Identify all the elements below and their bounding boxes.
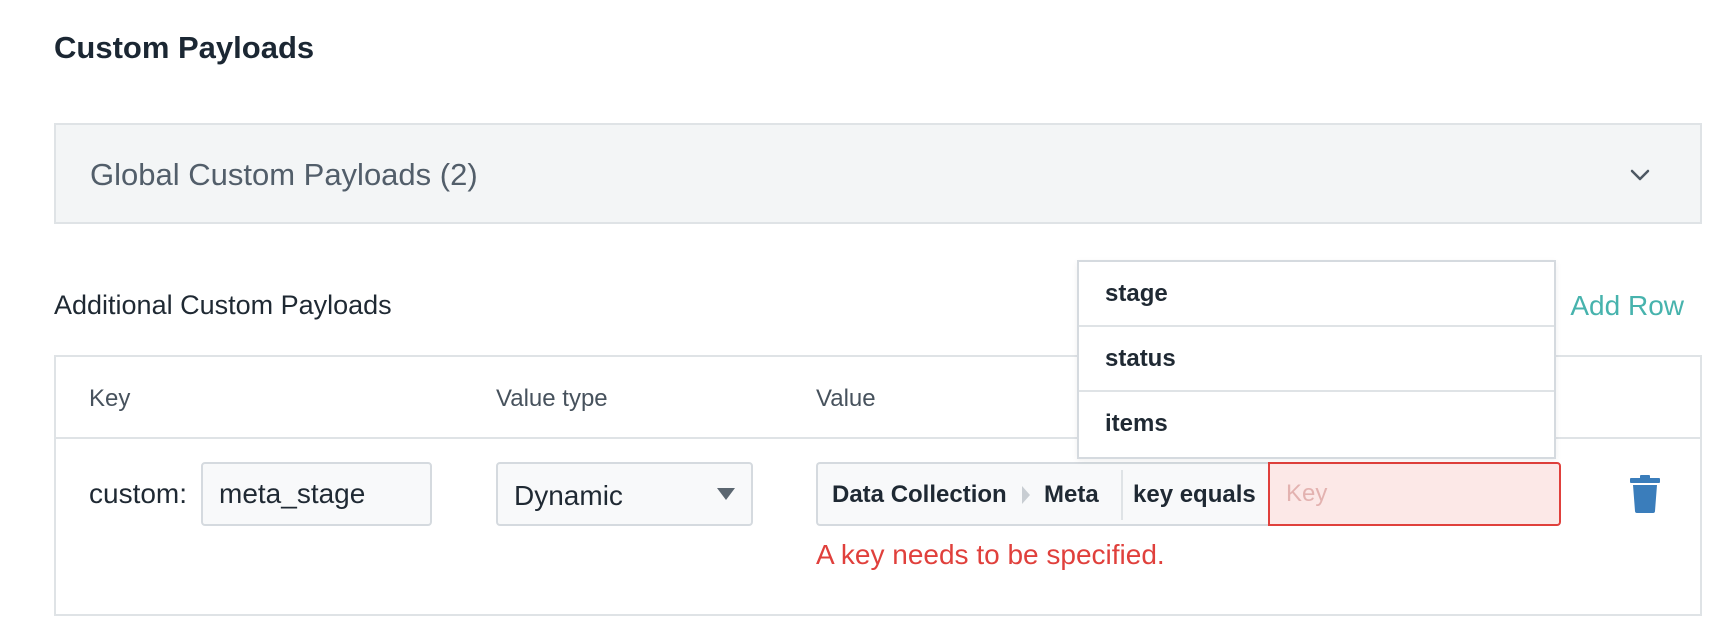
dropdown-option-stage[interactable]: stage: [1079, 262, 1554, 327]
page-title: Custom Payloads: [54, 30, 315, 65]
additional-payloads-title: Additional Custom Payloads: [54, 290, 392, 320]
trash-icon[interactable]: [1630, 475, 1660, 513]
dropdown-option-status[interactable]: status: [1079, 327, 1554, 392]
path-divider: [1121, 470, 1123, 520]
caret-down-icon: [717, 488, 735, 500]
breadcrumb-arrow-icon: [1022, 486, 1030, 504]
accordion-label: Global Custom Payloads (2): [90, 157, 478, 192]
key-suggestions-dropdown: stage status items: [1077, 260, 1556, 459]
key-match-input[interactable]: [1268, 462, 1561, 526]
error-message: A key needs to be specified.: [816, 539, 1165, 570]
value-path-selector[interactable]: Data Collection Meta key equals: [816, 462, 1268, 526]
chevron-down-icon[interactable]: [1628, 163, 1652, 187]
dropdown-option-items[interactable]: items: [1079, 392, 1554, 457]
key-prefix: custom:: [89, 478, 188, 509]
key-name-input[interactable]: [201, 462, 432, 526]
header-value: Value: [816, 385, 876, 412]
global-custom-payloads-accordion[interactable]: Global Custom Payloads (2): [54, 123, 1702, 224]
path-crumb-meta[interactable]: Meta: [1044, 481, 1099, 509]
value-type-selected: Dynamic: [514, 480, 623, 511]
operator-label: key equals: [1133, 481, 1256, 508]
header-key: Key: [89, 385, 131, 412]
header-value-type: Value type: [496, 385, 608, 412]
value-type-select[interactable]: Dynamic: [496, 462, 753, 526]
path-crumb-data-collection[interactable]: Data Collection: [832, 481, 1007, 509]
add-row-link[interactable]: Add Row: [1570, 290, 1684, 322]
